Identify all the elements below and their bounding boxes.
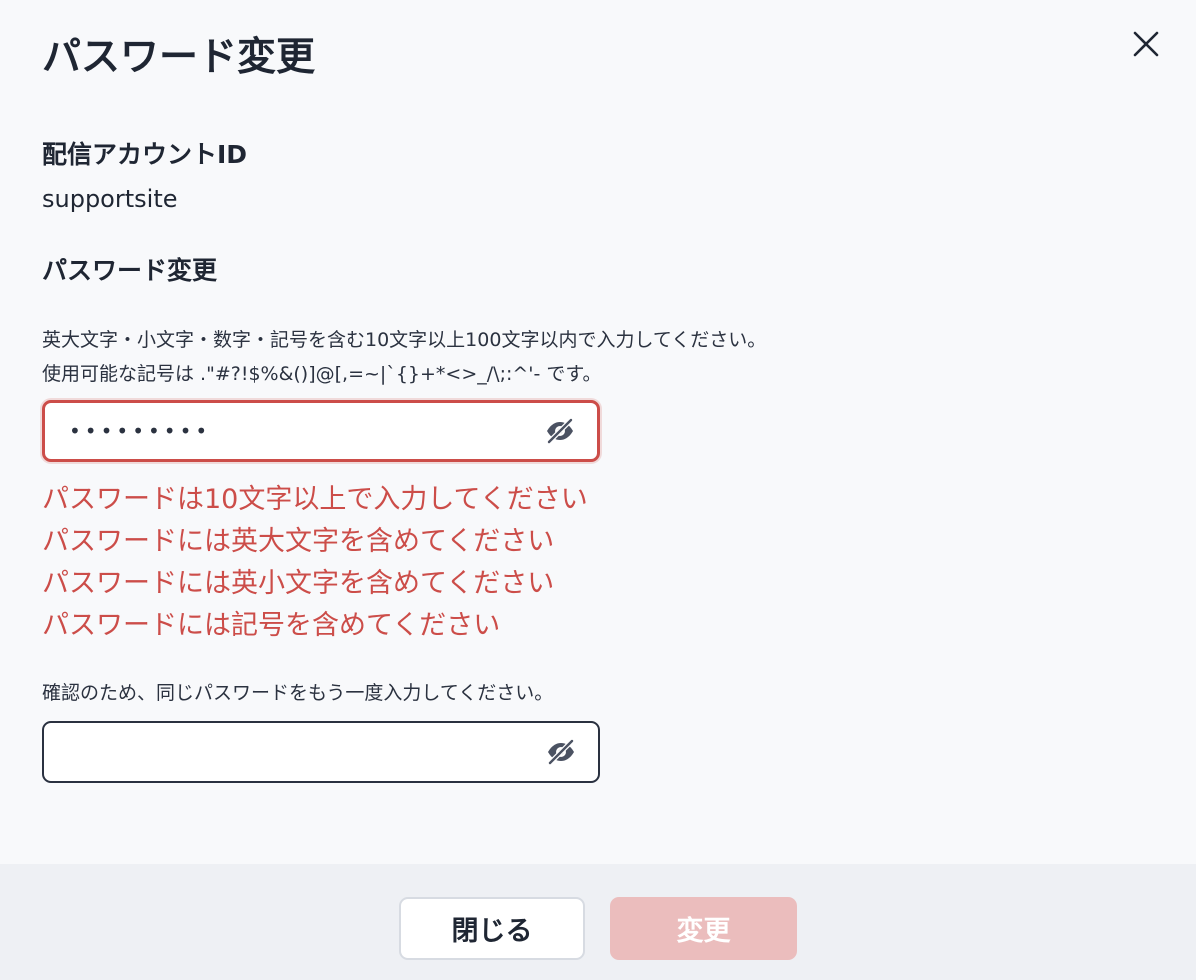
confirm-visibility-toggle[interactable]	[544, 735, 578, 769]
confirm-password-help: 確認のため、同じパスワードをもう一度入力してください。	[42, 682, 554, 704]
password-field	[42, 400, 600, 462]
error-message: パスワードには英大文字を含めてください	[42, 526, 555, 557]
password-input[interactable]	[69, 403, 529, 459]
change-password-button[interactable]: 変更	[610, 897, 797, 960]
password-section-label: パスワード変更	[42, 256, 218, 285]
error-message: パスワードには記号を含めてください	[42, 610, 501, 641]
close-icon	[1133, 31, 1159, 57]
allowed-symbols-text: 使用可能な記号は ."#?!$%&()]@[,=~|`{}+*<>_/\;:^'…	[42, 363, 602, 385]
password-change-dialog: パスワード変更 配信アカウントID supportsite パスワード変更 英大…	[0, 0, 1196, 980]
dialog-title: パスワード変更	[42, 35, 316, 80]
account-id-value: supportsite	[42, 185, 178, 213]
eye-off-icon	[546, 417, 574, 445]
dialog-footer: 閉じる 変更	[0, 864, 1196, 980]
error-message: パスワードには英小文字を含めてください	[42, 568, 555, 599]
password-visibility-toggle[interactable]	[543, 414, 577, 448]
confirm-password-input[interactable]	[68, 723, 528, 781]
error-message: パスワードは10文字以上で入力してください	[42, 484, 588, 515]
close-dialog-button[interactable]: 閉じる	[399, 897, 585, 960]
password-error-list: パスワードは10文字以上で入力してください パスワードには英大文字を含めてくださ…	[42, 479, 588, 647]
password-requirements-text: 英大文字・小文字・数字・記号を含む10文字以上100文字以内で入力してください。	[42, 329, 767, 351]
eye-off-icon	[547, 738, 575, 766]
close-button[interactable]	[1126, 24, 1166, 64]
confirm-password-field	[42, 721, 600, 783]
account-id-label: 配信アカウントID	[42, 140, 248, 169]
